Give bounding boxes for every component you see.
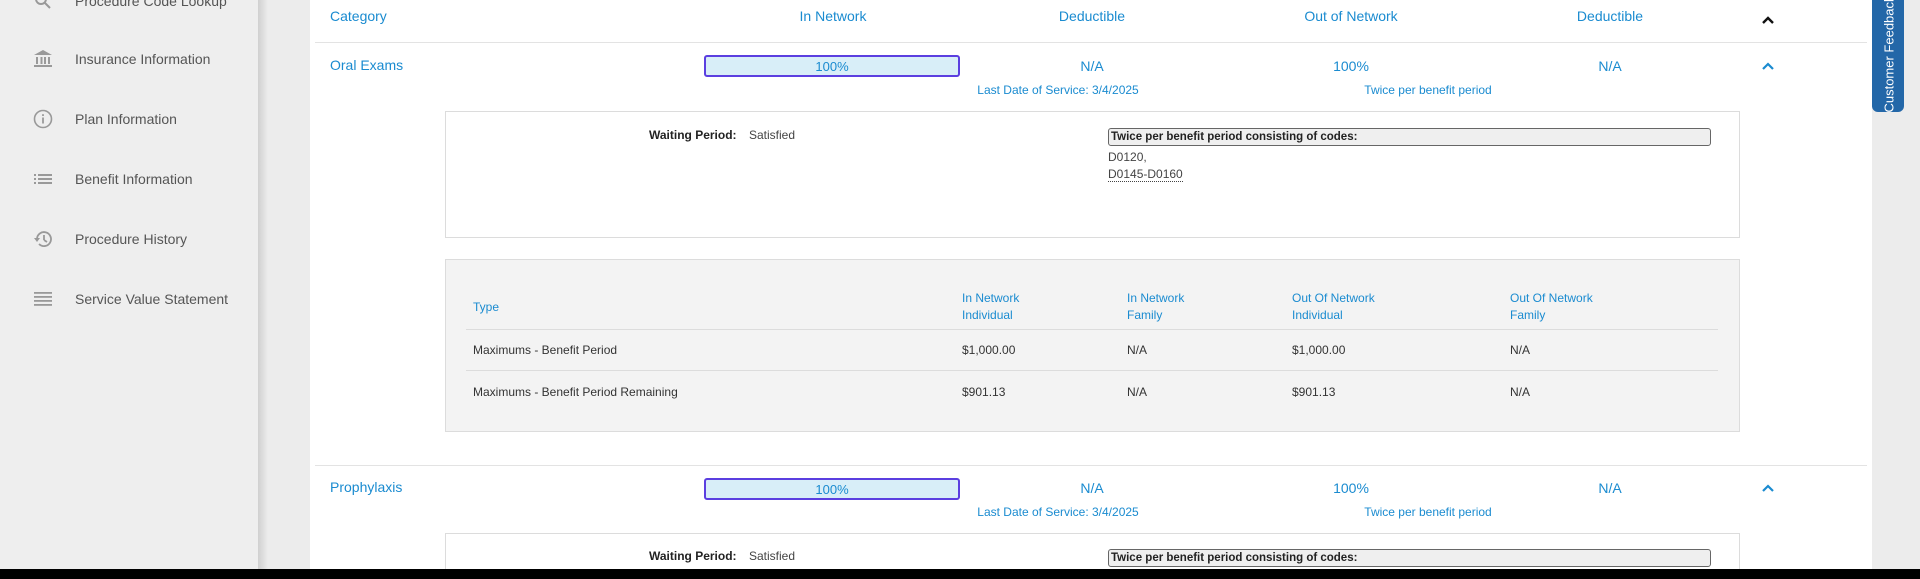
- waiting-period-value: Satisfied: [749, 549, 796, 563]
- header-deductible-in: Deductible: [1058, 8, 1126, 24]
- max-cell: N/A: [1127, 343, 1148, 357]
- last-date-of-service: Last Date of Service: 3/4/2025: [977, 83, 1139, 97]
- code-item-link[interactable]: D0145-D0160: [1108, 167, 1183, 182]
- frequency-text: Twice per benefit period: [1364, 505, 1492, 519]
- code-item: D0120,: [1108, 150, 1147, 164]
- sidebar-item-procedure-history[interactable]: Procedure History: [0, 219, 258, 259]
- sidebar-item-label: Service Value Statement: [75, 291, 229, 307]
- waiting-period-card: Waiting Period: Satisfied Twice per bene…: [445, 533, 1740, 569]
- customer-feedback-label: Customer Feedback: [1881, 0, 1897, 113]
- divider: [315, 42, 1867, 43]
- history-icon: [32, 228, 54, 250]
- header-out-of-network: Out of Network: [1304, 8, 1398, 24]
- codes-title-box: Twice per benefit period consisting of c…: [1108, 128, 1711, 146]
- max-cell: N/A: [1510, 385, 1531, 399]
- search-icon: [32, 0, 54, 12]
- sidebar-item-plan-information[interactable]: Plan Information: [0, 99, 258, 139]
- sidebar-item-label: Plan Information: [75, 111, 177, 127]
- header-category: Category: [330, 8, 387, 24]
- sidebar-item-service-value-statement[interactable]: Service Value Statement: [0, 279, 258, 319]
- sidebar-item-benefit-information[interactable]: Benefit Information: [0, 159, 258, 199]
- max-cell-type: Maximums - Benefit Period Remaining: [473, 385, 678, 399]
- max-cell-type: Maximums - Benefit Period: [473, 343, 618, 357]
- max-header-type: Type: [473, 300, 500, 314]
- table-divider: [466, 370, 1718, 371]
- list-icon: [32, 168, 54, 190]
- category-link-prophylaxis[interactable]: Prophylaxis: [330, 479, 402, 495]
- bottom-bar: [0, 569, 1920, 579]
- max-header-in-network-individual: In Network Individual: [962, 291, 1020, 322]
- in-network-pill[interactable]: 100%: [704, 55, 960, 77]
- max-cell: $1,000.00: [1292, 343, 1346, 357]
- sidebar-shadow: [258, 0, 268, 579]
- sidebar-item-label: Insurance Information: [75, 51, 211, 67]
- deductible-out-value: N/A: [1598, 58, 1622, 74]
- sidebar: Procedure Code Lookup Insurance Informat…: [0, 0, 258, 579]
- divider: [315, 465, 1867, 466]
- waiting-period-label: Waiting Period:: [649, 128, 737, 142]
- codes-title-box: Twice per benefit period consisting of c…: [1108, 549, 1711, 567]
- max-header-out-network-family: Out Of Network Family: [1510, 291, 1593, 322]
- info-icon: [32, 108, 54, 130]
- max-cell: $901.13: [1292, 385, 1336, 399]
- benefits-panel: Category In Network Deductible Out of Ne…: [310, 0, 1872, 569]
- maximums-card: Type In Network Individual In Network Fami…: [445, 259, 1740, 432]
- sidebar-item-label: Procedure Code Lookup: [75, 0, 227, 9]
- sidebar-item-label: Benefit Information: [75, 171, 193, 187]
- out-network-value: 100%: [1333, 480, 1369, 496]
- max-cell: $901.13: [962, 385, 1006, 399]
- max-header-in-network-family: In Network Family: [1127, 291, 1185, 322]
- customer-feedback-tab[interactable]: Customer Feedback: [1872, 0, 1904, 113]
- last-date-of-service: Last Date of Service: 3/4/2025: [977, 505, 1139, 519]
- table-divider: [466, 329, 1718, 330]
- max-cell: N/A: [1510, 343, 1531, 357]
- chevron-up-icon[interactable]: [1760, 60, 1776, 72]
- waiting-period-card: Waiting Period: Satisfied Twice per bene…: [445, 111, 1740, 238]
- max-cell: N/A: [1127, 385, 1148, 399]
- sidebar-item-insurance-information[interactable]: Insurance Information: [0, 39, 258, 79]
- collapse-all-chevron-icon[interactable]: [1760, 14, 1776, 26]
- deductible-in-value: N/A: [1080, 480, 1104, 496]
- header-in-network: In Network: [799, 8, 867, 24]
- deductible-out-value: N/A: [1598, 480, 1622, 496]
- in-network-pill[interactable]: 100%: [704, 478, 960, 500]
- max-header-out-network-individual: Out Of Network Individual: [1292, 291, 1375, 322]
- header-deductible-out: Deductible: [1576, 8, 1644, 24]
- waiting-period-label: Waiting Period:: [649, 549, 737, 563]
- sidebar-item-label: Procedure History: [75, 231, 188, 247]
- lines-icon: [32, 288, 54, 310]
- deductible-in-value: N/A: [1080, 58, 1104, 74]
- frequency-text: Twice per benefit period: [1364, 83, 1492, 97]
- sidebar-item-procedure-code-lookup[interactable]: Procedure Code Lookup: [0, 0, 258, 21]
- chevron-up-icon[interactable]: [1760, 482, 1776, 494]
- category-link-oral-exams[interactable]: Oral Exams: [330, 57, 403, 73]
- waiting-period-value: Satisfied: [749, 128, 796, 142]
- out-network-value: 100%: [1333, 58, 1369, 74]
- bank-icon: [32, 48, 54, 70]
- max-cell: $1,000.00: [962, 343, 1016, 357]
